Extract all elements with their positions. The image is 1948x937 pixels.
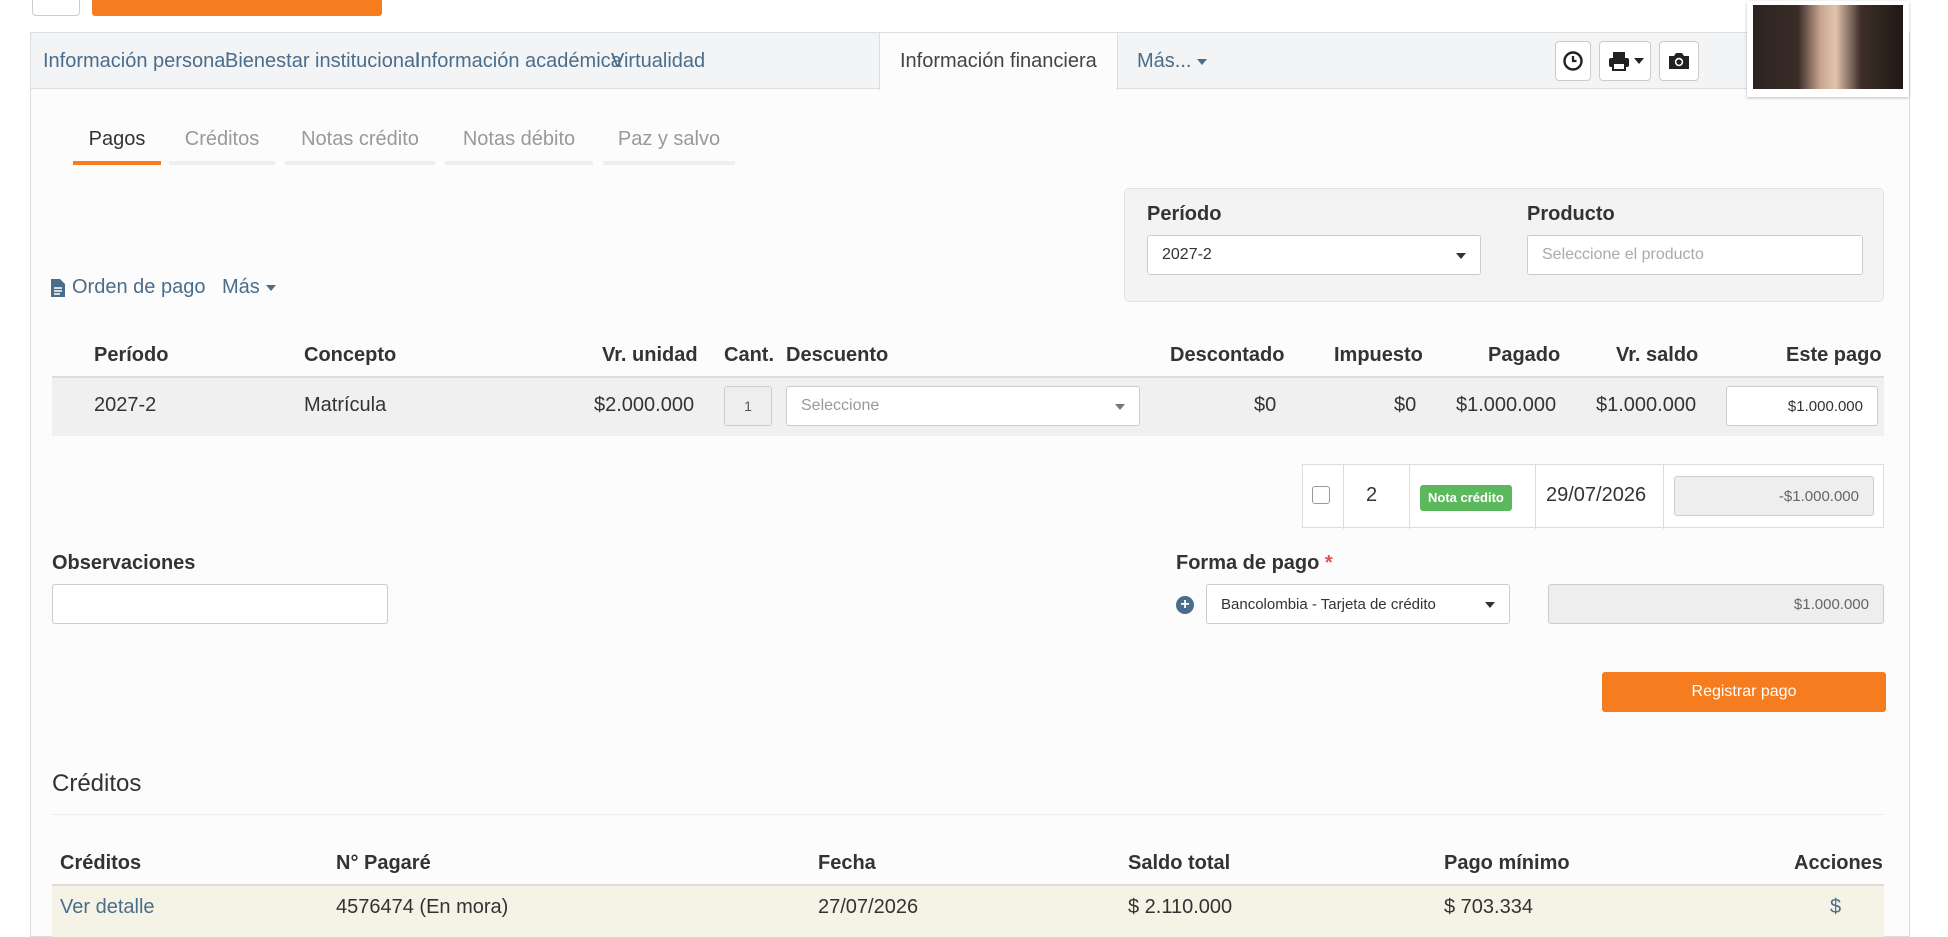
order-payment-link[interactable]: Orden de pago [50,276,205,299]
credits-section-title: Créditos [52,770,142,797]
credit-note-checkbox[interactable] [1312,486,1330,504]
credit-date-cell: 27/07/2026 [818,896,919,918]
required-mark: * [1324,552,1333,574]
tab-mas[interactable]: Más... [1137,33,1208,89]
add-payment-method-icon[interactable]: + [1176,596,1194,614]
tab-bienestar-institucional[interactable]: Bienestar institucional [225,33,420,89]
col-periodo: Período [94,344,169,366]
chevron-down-icon [1633,58,1644,64]
chevron-down-icon [1197,58,1208,65]
chevron-down-icon [1485,602,1495,608]
col-impuesto: Impuesto [1334,344,1423,366]
product-label: Producto [1527,203,1615,225]
row-period: 2027-2 [94,394,157,416]
table-row [52,884,1884,937]
chevron-down-icon [265,284,276,291]
discount-select[interactable]: Seleccione [786,386,1140,426]
tab-virtualidad[interactable]: Virtualidad [611,33,705,89]
clock-icon [1563,51,1583,71]
avatar [1753,5,1903,89]
credit-note-number: 2 [1366,484,1378,506]
credit-note-number-cell: 4576474 (En mora) [336,896,509,918]
pay-credit-icon[interactable]: $ [1830,896,1841,919]
credits-col-creditos: Créditos [60,852,142,874]
register-payment-button[interactable]: Registrar pago [1602,672,1886,712]
section-divider [52,814,1884,815]
history-button[interactable] [1555,41,1591,81]
this-payment-input[interactable]: $1.000.000 [1726,386,1878,426]
filter-box: Período 2027-2 Producto Seleccione el pr… [1124,188,1884,302]
order-payment-label: Orden de pago [72,276,206,298]
col-vr-saldo: Vr. saldo [1616,344,1699,366]
col-concepto: Concepto [304,344,397,366]
status-badge: Nota crédito [1420,485,1512,511]
product-input[interactable]: Seleccione el producto [1527,235,1863,275]
col-pagado: Pagado [1488,344,1561,366]
payment-method-label-text: Forma de pago [1176,552,1320,574]
chevron-down-icon [1456,253,1466,259]
credits-col-pagare: N° Pagaré [336,852,431,874]
row-paid: $1.000.000 [1456,394,1557,416]
subtab-pagos[interactable]: Pagos [73,121,161,165]
credits-col-saldo-total: Saldo total [1128,852,1231,874]
tab-informacion-financiera[interactable]: Información financiera [879,33,1118,90]
period-select[interactable]: 2027-2 [1147,235,1481,275]
col-descontado: Descontado [1170,344,1285,366]
period-label: Período [1147,203,1222,225]
main-tabs: Información personal Bienestar instituci… [31,33,1909,90]
col-este-pago: Este pago [1786,344,1882,366]
back-button[interactable] [32,0,80,16]
subtab-creditos[interactable]: Créditos [169,121,275,165]
payment-method-select[interactable]: Bancolombia - Tarjeta de crédito [1206,584,1510,624]
more-actions-label: Más [222,276,260,298]
credit-note-amount: -$1.000.000 [1674,476,1874,516]
credits-col-acciones: Acciones [1794,852,1883,874]
top-action-button[interactable] [92,0,382,16]
discount-select-value: Seleccione [801,397,880,414]
more-actions-dropdown[interactable]: Más [222,276,276,299]
print-button[interactable] [1599,41,1651,81]
row-tax: $0 [1394,394,1417,416]
subtab-notas-debito[interactable]: Notas débito [445,121,593,165]
col-descuento: Descuento [786,344,889,366]
subtab-notas-credito[interactable]: Notas crédito [285,121,435,165]
col-cant: Cant. [724,344,774,366]
period-select-value: 2027-2 [1162,246,1212,263]
payment-method-label: Forma de pago * [1176,552,1333,575]
credits-col-pago-minimo: Pago mínimo [1444,852,1570,874]
camera-button[interactable] [1659,41,1699,81]
row-balance: $1.000.000 [1596,394,1697,416]
tab-informacion-academica[interactable]: Información académica [415,33,622,89]
subtab-paz-y-salvo[interactable]: Paz y salvo [603,121,735,165]
observations-field[interactable] [52,584,388,624]
col-vr-unidad: Vr. unidad [602,344,698,366]
tab-mas-label: Más... [1137,50,1192,72]
chevron-down-icon [1115,404,1125,410]
credit-note-date: 29/07/2026 [1546,484,1647,506]
credit-min-payment-cell: $ 703.334 [1444,896,1533,918]
document-icon [51,278,65,297]
row-concept: Matrícula [304,394,387,416]
credits-col-fecha: Fecha [818,852,876,874]
row-discounted: $0 [1254,394,1277,416]
print-icon [1608,52,1629,71]
payment-method-amount: $1.000.000 [1548,584,1884,624]
student-photo [1747,1,1909,97]
view-detail-link[interactable]: Ver detalle [60,896,155,919]
payment-method-value: Bancolombia - Tarjeta de crédito [1221,595,1436,613]
tab-informacion-personal[interactable]: Información personal [43,33,230,89]
observations-label: Observaciones [52,552,196,574]
quantity-field[interactable]: 1 [724,386,772,426]
credit-total-balance-cell: $ 2.110.000 [1128,896,1233,918]
row-unit-value: $2.000.000 [594,394,695,416]
camera-icon [1669,53,1689,69]
